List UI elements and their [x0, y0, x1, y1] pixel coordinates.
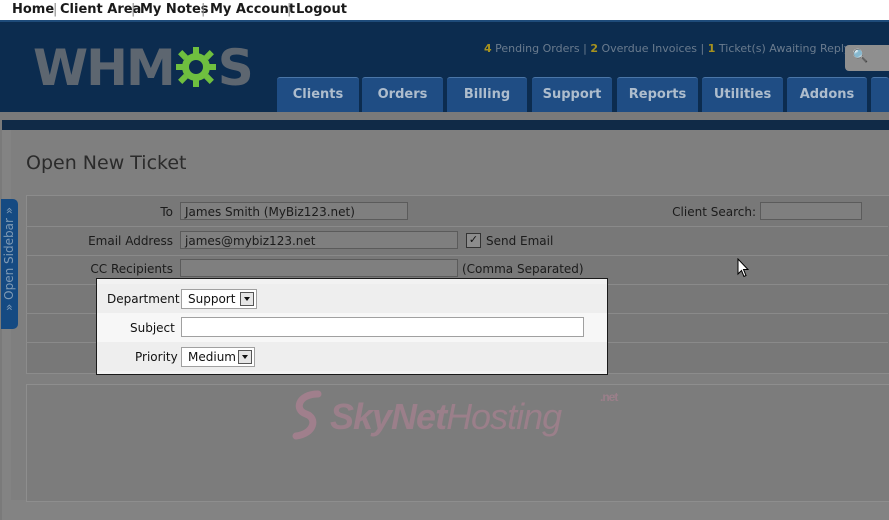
top-link-separator: | [287, 2, 292, 17]
tab-support[interactable]: Support [532, 77, 612, 112]
top-link-my-notes[interactable]: My Notes [140, 2, 209, 17]
cc-label: CC Recipients [90, 262, 173, 276]
search-box[interactable]: 🔍 [845, 45, 889, 71]
top-link-separator: | [131, 2, 136, 17]
top-link-my-account[interactable]: My Account [210, 2, 295, 17]
pending-orders-count[interactable]: 4 [484, 42, 492, 55]
stats-bar: 4 Pending Orders | 2 Overdue Invoices | … [484, 42, 850, 55]
subject-label: Subject [130, 321, 175, 335]
tickets-count[interactable]: 1 [708, 42, 716, 55]
logo-text: S [217, 39, 254, 97]
priority-label: Priority [135, 350, 178, 364]
checkmark-icon: ✓ [468, 233, 479, 246]
magnifier-icon: 🔍 [852, 49, 869, 64]
tab-reports[interactable]: Reports [617, 77, 698, 112]
email-label: Email Address [88, 234, 173, 248]
top-link-separator: | [53, 2, 58, 17]
watermark-text: SkyNet [330, 396, 447, 437]
department-value: Support [188, 292, 236, 306]
to-field[interactable]: James Smith (MyBiz123.net) [180, 202, 408, 220]
subject-input[interactable] [181, 317, 584, 337]
department-label: Department [107, 292, 180, 306]
watermark: SkyNetHosting .net [330, 390, 618, 438]
tab-orders[interactable]: Orders [362, 77, 443, 112]
chevron-down-icon[interactable] [238, 350, 252, 364]
top-link-client-area[interactable]: Client Area [60, 2, 141, 17]
tickets-awaiting-link[interactable]: Ticket(s) Awaiting Reply [719, 42, 851, 55]
top-link-logout[interactable]: Logout [296, 2, 347, 17]
skynet-logo-icon [292, 390, 322, 440]
stats-separator: | [583, 42, 587, 55]
priority-value: Medium [188, 350, 236, 364]
chevron-down-icon[interactable] [240, 292, 254, 306]
tab-billing[interactable]: Billing [447, 77, 527, 112]
watermark-suffix: .net [600, 390, 618, 404]
cc-field[interactable] [180, 259, 458, 277]
email-field[interactable]: james@mybiz123.net [180, 231, 458, 249]
top-link-bar: Home | Client Area | My Notes | My Accou… [0, 0, 889, 20]
tab-addons[interactable]: Addons [787, 77, 867, 112]
highlighted-fields-box: Department Support Subject Priority Medi… [96, 278, 608, 375]
mouse-pointer-icon [737, 258, 749, 278]
whmcs-logo[interactable]: WHM S [33, 39, 254, 97]
gear-icon [175, 47, 216, 87]
stats-separator: | [700, 42, 705, 55]
top-link-separator: | [201, 2, 206, 17]
pending-orders-link[interactable]: Pending Orders [495, 42, 579, 55]
overdue-invoices-count[interactable]: 2 [590, 42, 598, 55]
open-sidebar-label: » Open Sidebar » [2, 206, 16, 311]
watermark-text: Hosting [446, 396, 562, 437]
priority-select[interactable]: Medium [181, 347, 255, 367]
to-label: To [160, 205, 173, 219]
header: WHM S 4 Pending Orders | 2 Overdue Invoi… [0, 20, 889, 112]
tab-more[interactable] [871, 77, 889, 112]
client-search-input[interactable] [760, 202, 862, 220]
row-divider [26, 255, 888, 256]
tab-clients[interactable]: Clients [277, 77, 359, 112]
cc-hint: (Comma Separated) [462, 262, 584, 276]
overdue-invoices-link[interactable]: Overdue Invoices [602, 42, 698, 55]
send-email-checkbox[interactable]: ✓ [466, 233, 481, 248]
department-select[interactable]: Support [181, 289, 257, 309]
logo-text: WHM [33, 39, 176, 97]
page-title: Open New Ticket [26, 152, 187, 174]
send-email-label: Send Email [486, 234, 554, 248]
row-divider [26, 226, 888, 227]
client-search-label: Client Search: [672, 205, 756, 219]
top-link-home[interactable]: Home [12, 2, 54, 17]
tab-utilities[interactable]: Utilities [702, 77, 783, 112]
open-sidebar-tab[interactable]: » Open Sidebar » [1, 199, 18, 329]
